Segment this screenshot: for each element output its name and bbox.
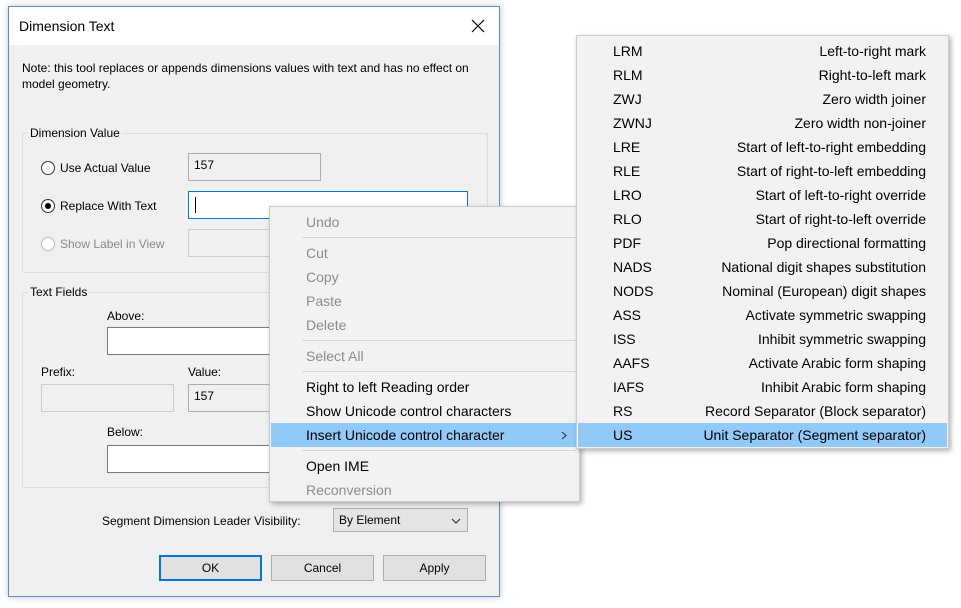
- submenu-item-code: US: [613, 427, 633, 443]
- text-caret: [195, 197, 196, 213]
- submenu-item-description: Nominal (European) digit shapes: [722, 283, 926, 299]
- chevron-down-icon: [451, 518, 461, 524]
- submenu-item-code: LRM: [613, 43, 643, 59]
- dialog-title: Dimension Text: [19, 18, 115, 34]
- title-bar: Dimension Text: [9, 7, 499, 45]
- submenu-item-zwj[interactable]: ZWJ Zero width joiner: [578, 87, 947, 111]
- prefix-label: Prefix:: [41, 365, 76, 379]
- submenu-item-description: Activate symmetric swapping: [745, 307, 926, 323]
- menu-item-open-ime[interactable]: Open IME: [271, 454, 578, 478]
- submenu-item-lro[interactable]: LRO Start of left-to-right override: [578, 183, 947, 207]
- prefix-input[interactable]: [41, 384, 174, 412]
- submenu-item-aafs[interactable]: AAFS Activate Arabic form shaping: [578, 351, 947, 375]
- submenu-item-rle[interactable]: RLE Start of right-to-left embedding: [578, 159, 947, 183]
- submenu-item-description: Record Separator (Block separator): [705, 403, 926, 419]
- submenu-item-code: ISS: [613, 331, 636, 347]
- submenu-item-code: RLM: [613, 67, 643, 83]
- submenu-item-description: Start of right-to-left embedding: [736, 163, 926, 179]
- menu-item-copy[interactable]: Copy: [271, 265, 578, 289]
- segment-visibility-label: Segment Dimension Leader Visibility:: [102, 514, 301, 528]
- menu-separator: [302, 450, 576, 451]
- submenu-item-rlm[interactable]: RLM Right-to-left mark: [578, 63, 947, 87]
- replace-with-text-label[interactable]: Replace With Text: [60, 199, 157, 213]
- submenu-item-description: Unit Separator (Segment separator): [703, 427, 926, 443]
- use-actual-value-radio[interactable]: [41, 161, 55, 175]
- submenu-item-description: Left-to-right mark: [819, 43, 926, 59]
- actual-value-field: 157: [188, 153, 321, 181]
- submenu-item-code: NODS: [613, 283, 654, 299]
- submenu-item-code: RS: [613, 403, 633, 419]
- submenu-item-iafs[interactable]: IAFS Inhibit Arabic form shaping: [578, 375, 947, 399]
- submenu-item-code: PDF: [613, 235, 641, 251]
- submenu-item-description: National digit shapes substitution: [721, 259, 926, 275]
- below-label: Below:: [107, 425, 144, 439]
- submenu-item-lre[interactable]: LRE Start of left-to-right embedding: [578, 135, 947, 159]
- menu-separator: [302, 371, 576, 372]
- dimension-value-group-label: Dimension Value: [28, 126, 122, 140]
- menu-item-paste[interactable]: Paste: [271, 289, 578, 313]
- submenu-item-code: LRO: [613, 187, 642, 203]
- menu-item-delete[interactable]: Delete: [271, 313, 578, 337]
- menu-item-undo[interactable]: Undo: [271, 210, 578, 234]
- show-label-in-view-label: Show Label in View: [60, 237, 165, 251]
- submenu-item-code: RLE: [613, 163, 641, 179]
- apply-button[interactable]: Apply: [383, 555, 486, 581]
- menu-separator: [302, 237, 576, 238]
- submenu-item-lrm[interactable]: LRM Left-to-right mark: [578, 39, 947, 63]
- submenu-item-nods[interactable]: NODS Nominal (European) digit shapes: [578, 279, 947, 303]
- submenu-item-nads[interactable]: NADS National digit shapes substitution: [578, 255, 947, 279]
- submenu-item-code: AAFS: [613, 355, 650, 371]
- close-icon[interactable]: [469, 17, 487, 35]
- submenu-item-iss[interactable]: ISS Inhibit symmetric swapping: [578, 327, 947, 351]
- menu-item-show-unicode[interactable]: Show Unicode control characters: [271, 399, 578, 423]
- menu-item-cut[interactable]: Cut: [271, 241, 578, 265]
- submenu-item-code: NADS: [613, 259, 652, 275]
- submenu-item-description: Zero width joiner: [822, 91, 927, 107]
- note-text: Note: this tool replaces or appends dime…: [22, 61, 469, 91]
- use-actual-value-label[interactable]: Use Actual Value: [60, 161, 151, 175]
- submenu-item-code: IAFS: [613, 379, 645, 395]
- segment-visibility-dropdown[interactable]: By Element: [333, 508, 468, 532]
- menu-item-select-all[interactable]: Select All: [271, 344, 578, 368]
- submenu-item-ass[interactable]: ASS Activate symmetric swapping: [578, 303, 947, 327]
- submenu-item-code: ZWNJ: [613, 115, 652, 131]
- value-label: Value:: [188, 365, 222, 379]
- submenu-item-us[interactable]: US Unit Separator (Segment separator): [578, 423, 947, 447]
- replace-with-text-radio[interactable]: [41, 199, 55, 213]
- menu-item-insert-unicode[interactable]: Insert Unicode control character: [271, 423, 578, 447]
- submenu-item-description: Activate Arabic form shaping: [748, 355, 926, 371]
- text-fields-group-label: Text Fields: [28, 285, 90, 299]
- show-label-radio[interactable]: [41, 237, 55, 251]
- submenu-item-description: Inhibit Arabic form shaping: [761, 379, 926, 395]
- menu-separator: [302, 340, 576, 341]
- submenu-item-description: Inhibit symmetric swapping: [757, 331, 926, 347]
- chevron-right-icon: [561, 431, 567, 440]
- submenu-item-description: Right-to-left mark: [818, 67, 926, 83]
- submenu-item-code: ZWJ: [613, 91, 642, 107]
- submenu-item-description: Pop directional formatting: [767, 235, 926, 251]
- submenu-item-rs[interactable]: RS Record Separator (Block separator): [578, 399, 947, 423]
- menu-item-reconversion[interactable]: Reconversion: [271, 478, 578, 502]
- submenu-item-rlo[interactable]: RLO Start of right-to-left override: [578, 207, 947, 231]
- menu-item-rtl-reading-order[interactable]: Right to left Reading order: [271, 375, 578, 399]
- submenu-item-description: Zero width non-joiner: [794, 115, 926, 131]
- cancel-button[interactable]: Cancel: [271, 555, 374, 581]
- submenu-item-zwnj[interactable]: ZWNJ Zero width non-joiner: [578, 111, 947, 135]
- context-menu: Undo Cut Copy Paste Delete Select All Ri…: [269, 206, 580, 502]
- submenu-item-pdf[interactable]: PDF Pop directional formatting: [578, 231, 947, 255]
- ok-button[interactable]: OK: [159, 555, 262, 581]
- submenu-item-description: Start of left-to-right override: [755, 187, 926, 203]
- unicode-submenu: LRM Left-to-right mark RLM Right-to-left ma…: [576, 35, 949, 449]
- submenu-item-code: LRE: [613, 139, 641, 155]
- segment-visibility-value: By Element: [339, 513, 401, 527]
- submenu-item-description: Start of left-to-right embedding: [736, 139, 926, 155]
- submenu-item-code: RLO: [613, 211, 642, 227]
- submenu-item-code: ASS: [613, 307, 642, 323]
- submenu-item-description: Start of right-to-left override: [755, 211, 926, 227]
- above-label: Above:: [107, 309, 145, 323]
